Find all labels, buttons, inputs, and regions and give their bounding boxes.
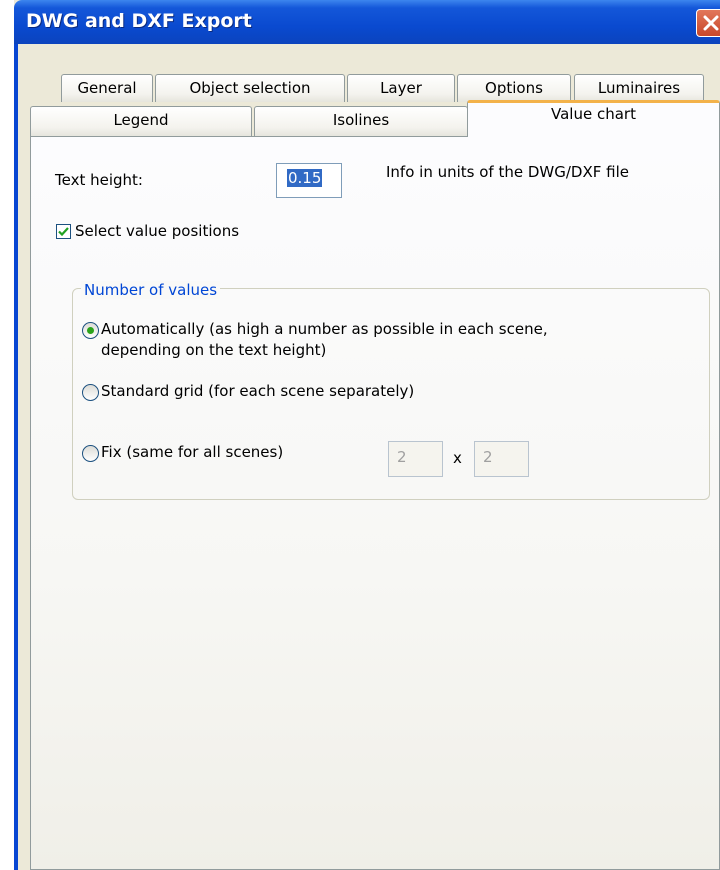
radio-fix[interactable] [82, 445, 99, 462]
radio-selected-dot [87, 327, 94, 334]
dialog-window: DWG and DXF Export General Object select… [14, 0, 720, 870]
radio-standard-grid[interactable] [82, 384, 99, 401]
tab-luminaires[interactable]: Luminaires [574, 74, 704, 102]
fix-y-value: 2 [483, 448, 493, 466]
checkmark-icon [58, 227, 69, 237]
fix-x-value: 2 [397, 448, 407, 466]
tab-options[interactable]: Options [457, 74, 571, 102]
select-positions-checkbox[interactable] [56, 224, 71, 239]
fix-x-input[interactable]: 2 [388, 441, 443, 477]
fix-y-input[interactable]: 2 [474, 441, 529, 477]
fix-separator: x [453, 449, 462, 467]
tab-layer[interactable]: Layer [347, 74, 455, 102]
fix-label[interactable]: Fix (same for all scenes) [101, 443, 283, 461]
text-height-value: 0.15 [287, 169, 323, 187]
tab-object-selection[interactable]: Object selection [155, 74, 345, 102]
standard-grid-label[interactable]: Standard grid (for each scene separately… [101, 382, 414, 400]
radio-automatically[interactable] [82, 322, 99, 339]
select-positions-label[interactable]: Select value positions [75, 222, 239, 240]
tab-isolines[interactable]: Isolines [254, 106, 468, 136]
tab-legend[interactable]: Legend [30, 106, 252, 136]
tab-panel [30, 136, 720, 870]
text-height-label: Text height: [55, 171, 143, 189]
group-title: Number of values [81, 281, 221, 299]
tab-value-chart[interactable]: Value chart [467, 100, 720, 137]
close-button[interactable] [696, 9, 720, 37]
text-height-input[interactable]: 0.15 [276, 163, 342, 198]
close-icon [703, 15, 719, 31]
title-bar[interactable]: DWG and DXF Export [14, 0, 720, 44]
tab-general[interactable]: General [61, 74, 153, 102]
window-border [14, 44, 18, 870]
window-title: DWG and DXF Export [26, 10, 252, 32]
automatically-label-line1[interactable]: Automatically (as high a number as possi… [101, 320, 548, 338]
units-info-text: Info in units of the DWG/DXF file [386, 163, 629, 181]
automatically-label-line2[interactable]: depending on the text height) [101, 341, 326, 359]
